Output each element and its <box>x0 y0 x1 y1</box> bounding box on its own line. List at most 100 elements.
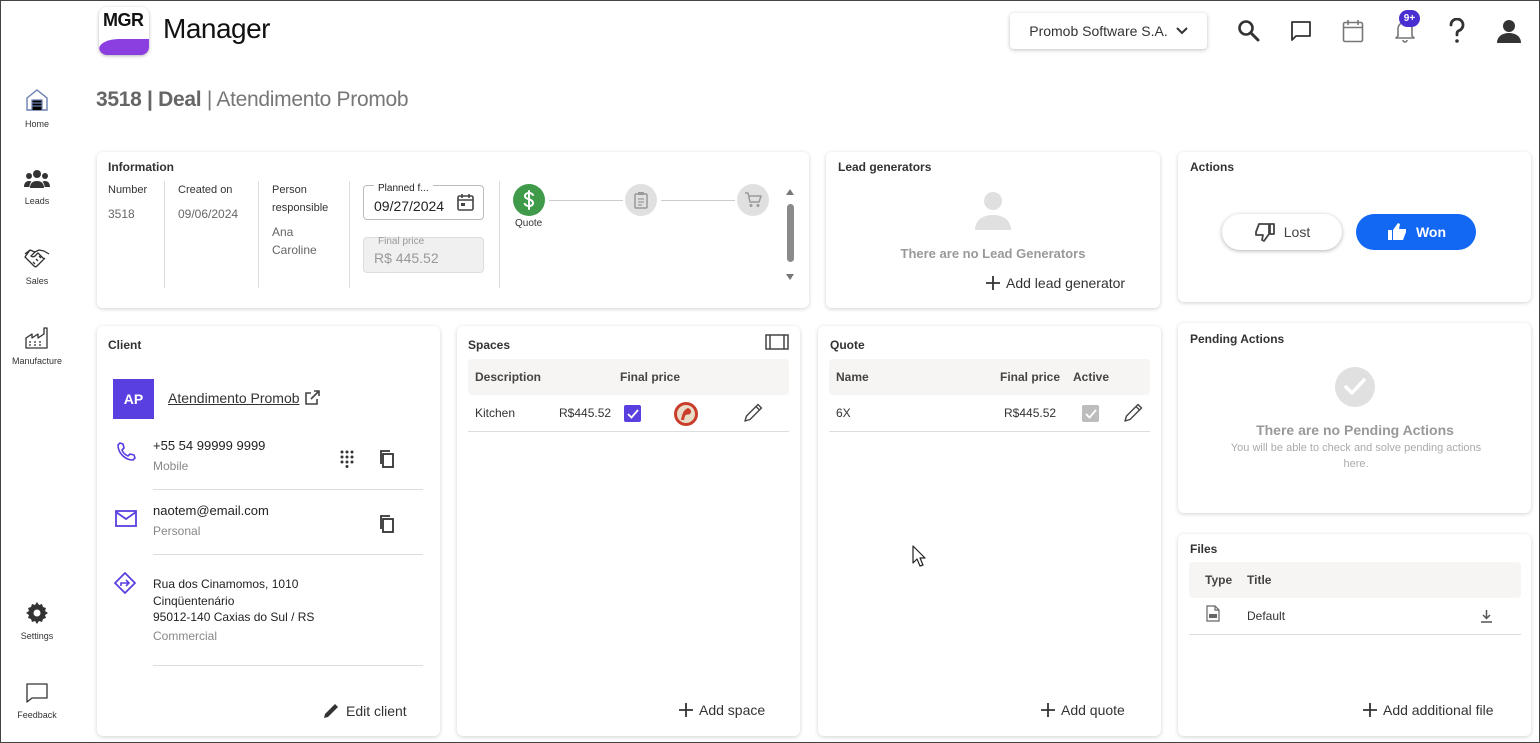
divider <box>468 431 789 432</box>
sidebar-item-home[interactable]: Home <box>9 87 65 129</box>
view-columns-icon[interactable] <box>765 334 789 350</box>
lead-generators-title: Lead generators <box>838 160 932 174</box>
cart-icon <box>745 192 762 207</box>
check-icon <box>1084 408 1097 419</box>
step-order[interactable] <box>625 184 657 216</box>
quote-name: 6X <box>836 406 851 420</box>
calendar-icon <box>1342 20 1364 43</box>
person-value-line: Caroline <box>272 243 317 257</box>
client-address: Rua dos Cinamomos, 1010 Cinqüentenário 9… <box>153 576 314 626</box>
notification-badge: 9+ <box>1399 10 1420 27</box>
sidebar-item-settings[interactable]: Settings <box>9 601 65 641</box>
app-title: Manager <box>163 13 271 44</box>
add-quote-button[interactable]: Add quote <box>1041 702 1125 718</box>
client-name-link[interactable]: Atendimento Promob <box>168 390 320 406</box>
handshake-icon <box>24 249 50 268</box>
dollar-icon <box>523 190 535 210</box>
column-header: Name <box>836 370 869 384</box>
created-label: Created on <box>178 184 233 196</box>
column-header: Type <box>1205 573 1233 587</box>
search-button[interactable] <box>1235 15 1263 47</box>
won-button[interactable]: Won <box>1356 214 1476 250</box>
promob-app-icon[interactable] <box>673 401 699 427</box>
step-sale[interactable] <box>737 184 769 216</box>
plus-icon <box>1041 703 1055 717</box>
spaces-title: Spaces <box>468 338 511 352</box>
add-lead-generator-button[interactable]: Add lead generator <box>986 275 1125 291</box>
scroll-down-icon[interactable] <box>785 273 795 281</box>
space-description: Kitchen <box>475 406 516 420</box>
file-title: Default <box>1247 609 1286 623</box>
lead-generators-empty: There are no Lead Generators <box>900 246 1086 261</box>
planned-date-label: Planned f... <box>374 183 433 194</box>
app-logo[interactable]: MGR <box>99 7 149 55</box>
space-active-checkbox[interactable] <box>624 405 641 422</box>
sidebar-item-feedback[interactable]: Feedback <box>9 682 65 720</box>
logo-wave <box>99 39 149 55</box>
divider <box>1189 634 1521 635</box>
number-label: Number <box>108 184 148 196</box>
pending-actions-empty: There are no Pending Actions <box>1256 422 1454 438</box>
divider <box>153 665 423 666</box>
edit-client-button[interactable]: Edit client <box>322 702 407 720</box>
divider <box>153 554 423 555</box>
column-header: Description <box>475 370 542 384</box>
check-icon <box>626 408 639 419</box>
add-quote-label: Add quote <box>1061 702 1125 718</box>
person-value: Ana Caroline <box>272 223 317 259</box>
pencil-icon[interactable] <box>1122 402 1144 424</box>
actions-title: Actions <box>1190 160 1235 174</box>
copy-icon[interactable] <box>379 515 395 533</box>
final-price-field: Final price R$ 445.52 <box>363 236 484 273</box>
space-price: R$445.52 <box>559 406 612 420</box>
add-file-label: Add additional file <box>1383 702 1494 718</box>
person-value-line: Ana <box>272 225 294 239</box>
address-line: Cinqüentenário <box>153 593 235 608</box>
divider <box>499 181 500 288</box>
gear-icon <box>26 602 48 624</box>
pending-actions-title: Pending Actions <box>1190 332 1285 346</box>
add-space-button[interactable]: Add space <box>679 702 765 718</box>
number-value: 3518 <box>108 207 135 221</box>
hint-line: You will be able to check and solve pend… <box>1230 442 1482 454</box>
plus-icon <box>1363 703 1377 717</box>
help-button[interactable] <box>1443 15 1471 47</box>
planned-date-field[interactable]: Planned f... 09/27/2024 <box>363 183 484 220</box>
client-address-type: Commercial <box>153 629 218 643</box>
sidebar-item-manufacture[interactable]: Manufacture <box>9 326 65 366</box>
divider <box>349 181 350 288</box>
phone-icon <box>117 442 136 461</box>
client-name: Atendimento Promob <box>168 390 300 406</box>
home-icon <box>26 89 48 111</box>
chevron-down-icon <box>1176 27 1188 35</box>
messages-button[interactable] <box>1287 15 1315 47</box>
profile-button[interactable] <box>1495 15 1523 47</box>
lost-button[interactable]: Lost <box>1222 214 1342 250</box>
divider <box>258 181 259 288</box>
download-icon[interactable] <box>1480 609 1493 623</box>
column-header: Final price <box>620 370 681 384</box>
step-quote[interactable] <box>513 184 545 216</box>
plus-icon <box>679 703 693 717</box>
scroll-up-icon[interactable] <box>785 188 795 196</box>
factory-icon <box>25 327 48 349</box>
check-circle-icon <box>1335 367 1375 407</box>
pending-actions-hint: You will be able to check and solve pend… <box>1206 440 1506 472</box>
sidebar-item-sales[interactable]: Sales <box>9 246 65 286</box>
company-selector[interactable]: Promob Software S.A. <box>1010 13 1207 49</box>
client-phone-type: Mobile <box>153 459 189 473</box>
copy-icon[interactable] <box>379 450 395 468</box>
divider <box>153 489 423 490</box>
column-header: Active <box>1073 370 1110 384</box>
calendar-button[interactable] <box>1339 15 1367 47</box>
person-label-line: Person <box>272 184 307 196</box>
dialpad-icon[interactable] <box>340 450 354 468</box>
scrollbar-thumb[interactable] <box>787 204 794 262</box>
calendar-icon[interactable] <box>457 193 474 211</box>
sidebar-item-label: Sales <box>25 276 49 286</box>
add-file-button[interactable]: Add additional file <box>1363 702 1494 718</box>
step-connector <box>549 200 623 201</box>
pencil-icon[interactable] <box>742 402 764 424</box>
user-icon <box>1497 20 1521 43</box>
sidebar-item-leads[interactable]: Leads <box>9 168 65 206</box>
